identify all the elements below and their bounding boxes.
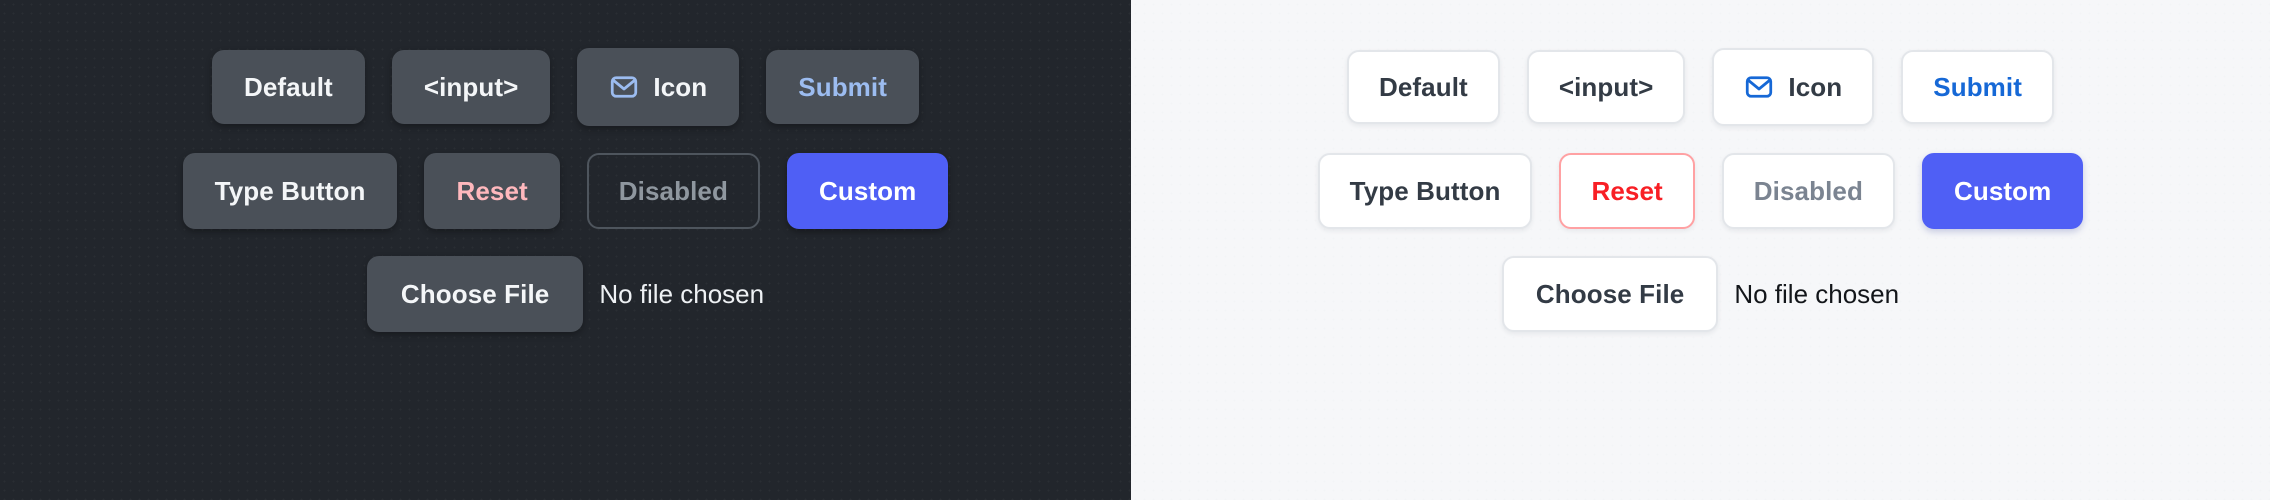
button-label: Type Button (1349, 176, 1501, 206)
button-label: Submit (798, 72, 887, 102)
file-input-group[interactable]: Choose File No file chosen (1501, 256, 1900, 332)
file-input-group[interactable]: Choose File No file chosen (366, 256, 765, 332)
file-status-text: No file chosen (599, 278, 765, 309)
button-type-button[interactable]: Type Button (182, 153, 398, 229)
file-status-text: No file chosen (1734, 278, 1900, 309)
button-submit[interactable]: Submit (1901, 50, 2054, 124)
button-input[interactable]: <input> (1526, 50, 1686, 124)
choose-file-button[interactable]: Choose File (366, 256, 584, 332)
button-custom[interactable]: Custom (1921, 153, 2084, 229)
button-label: Type Button (214, 176, 366, 206)
button-row-1: Default <input> Icon Submit (211, 48, 919, 126)
envelope-icon (1744, 72, 1774, 102)
button-default[interactable]: Default (1346, 50, 1500, 124)
button-label: Disabled (618, 176, 728, 206)
button-row-1: Default <input> Icon Submit (1346, 48, 2054, 126)
button-row-2: Type Button Reset Disabled Custom (1317, 153, 2084, 229)
button-disabled: Disabled (586, 153, 760, 229)
file-input-row: Choose File No file chosen (366, 256, 765, 332)
button-row-2: Type Button Reset Disabled Custom (182, 153, 949, 229)
button-type-button[interactable]: Type Button (1317, 153, 1533, 229)
button-submit[interactable]: Submit (766, 50, 919, 124)
button-default[interactable]: Default (211, 50, 365, 124)
envelope-icon (609, 72, 639, 102)
panel-dark: Default <input> Icon Submit Type Button Reset… (0, 0, 1131, 500)
choose-file-label: Choose File (400, 279, 550, 309)
button-icon[interactable]: Icon (1712, 48, 1875, 126)
button-label: Disabled (1753, 176, 1863, 206)
button-reset[interactable]: Reset (1559, 153, 1695, 229)
button-label: Reset (1591, 176, 1663, 206)
button-showcase-split-view: Default <input> Icon Submit Type Button Reset… (0, 0, 2270, 500)
button-label: Custom (1953, 176, 2052, 206)
button-label: Custom (818, 176, 917, 206)
button-input[interactable]: <input> (391, 50, 551, 124)
file-input-row: Choose File No file chosen (1501, 256, 1900, 332)
button-disabled: Disabled (1721, 153, 1895, 229)
button-label: Icon (653, 72, 708, 102)
button-label: <input> (1558, 72, 1654, 102)
button-label: <input> (423, 72, 519, 102)
choose-file-button[interactable]: Choose File (1501, 256, 1719, 332)
button-icon[interactable]: Icon (577, 48, 740, 126)
choose-file-label: Choose File (1535, 279, 1685, 309)
button-label: Submit (1933, 72, 2022, 102)
button-custom[interactable]: Custom (786, 153, 949, 229)
button-reset[interactable]: Reset (424, 153, 560, 229)
button-label: Default (243, 72, 333, 102)
button-label: Reset (456, 176, 528, 206)
button-label: Icon (1788, 72, 1843, 102)
button-label: Default (1378, 72, 1468, 102)
panel-light: Default <input> Icon Submit Type Button Reset… (1131, 0, 2270, 500)
